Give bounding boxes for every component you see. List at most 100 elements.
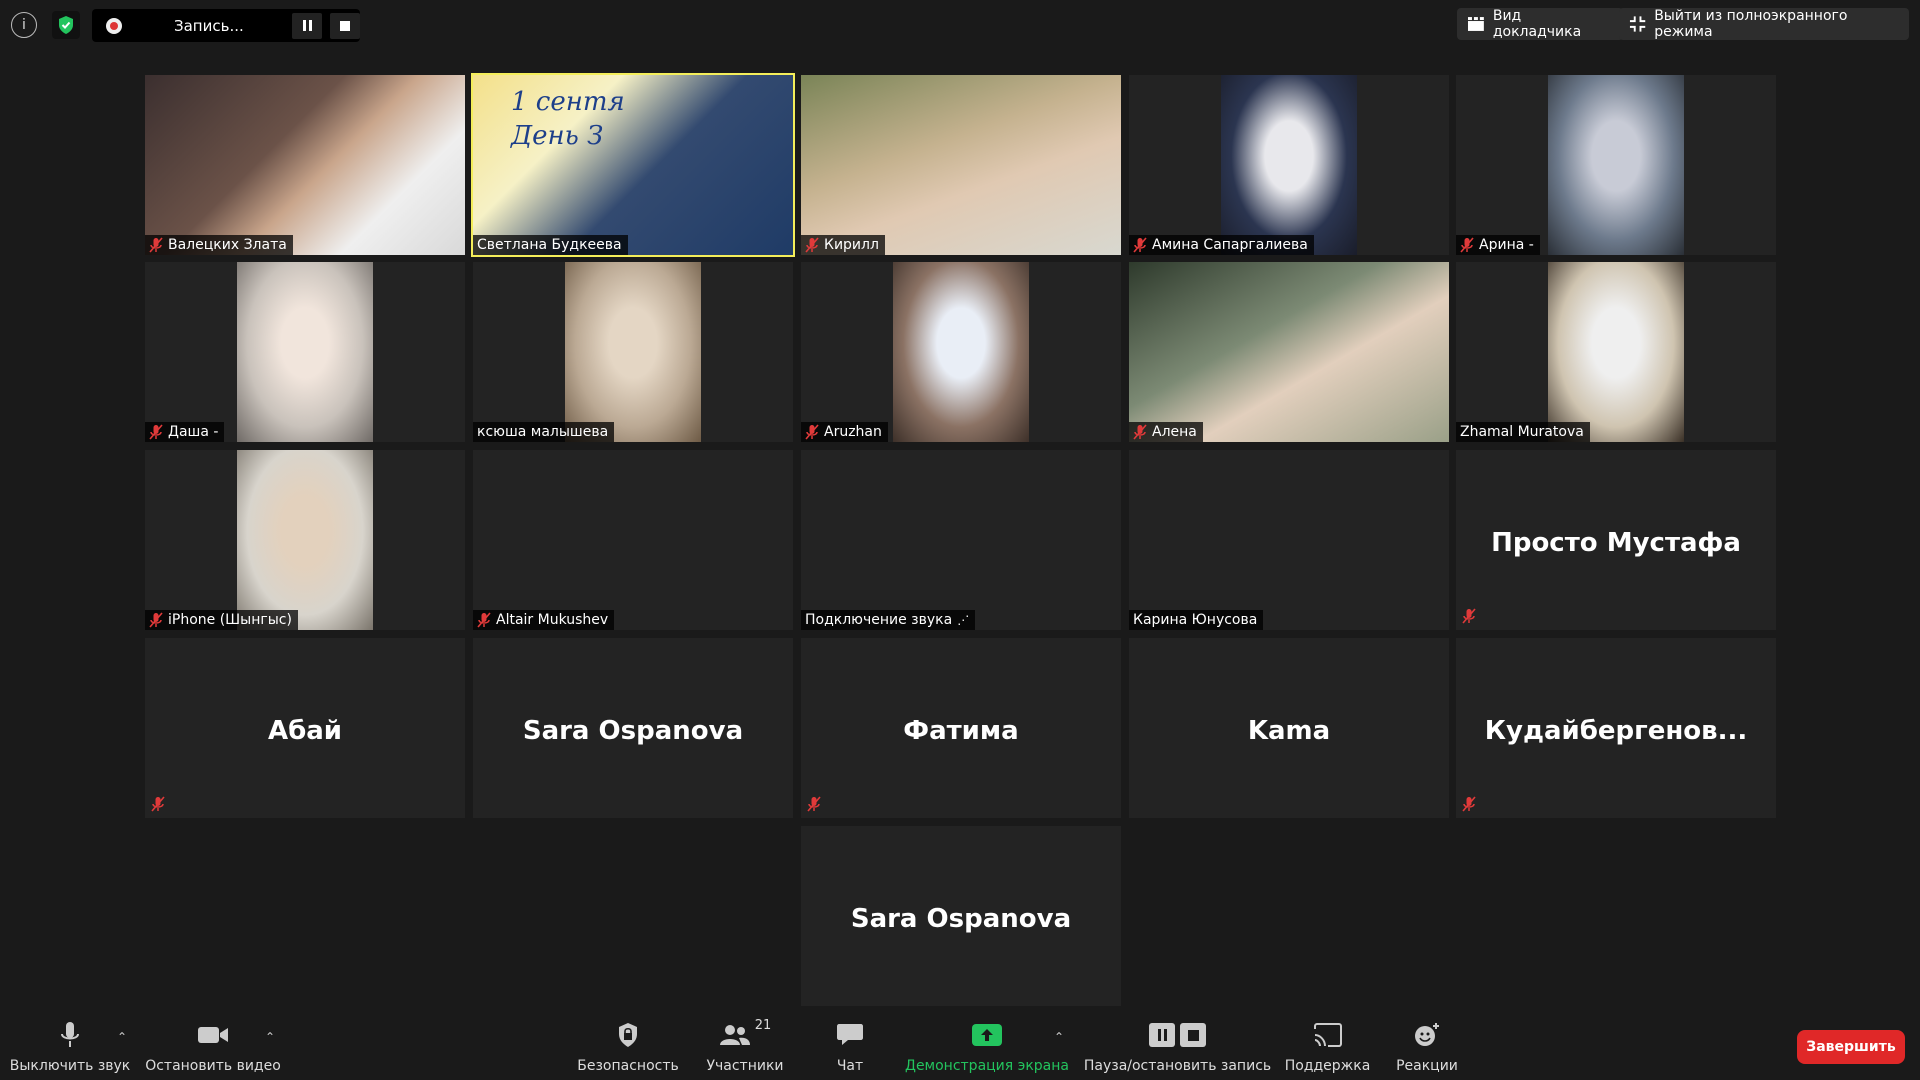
participant-name: Aruzhan (824, 424, 882, 440)
participant-name-label: iPhone (Шынгыс) (145, 610, 298, 630)
participant-name-label: Altair Mukushev (473, 610, 615, 630)
microphone-icon (59, 1018, 81, 1052)
audio-options-caret-icon[interactable]: ⌃ (117, 1030, 127, 1044)
video-options-caret-icon[interactable]: ⌃ (265, 1030, 275, 1044)
stop-icon (340, 20, 350, 31)
pause-stop-recording-label: Пауза/остановить запись (1083, 1058, 1272, 1074)
participants-button[interactable]: 21 Участники (700, 1010, 790, 1080)
participant-tile[interactable]: Altair Mukushev (473, 450, 793, 630)
share-screen-button[interactable]: Демонстрация экрана (902, 1010, 1072, 1080)
participant-name: Даша - (168, 424, 219, 440)
participant-video (237, 262, 373, 442)
participant-video (893, 262, 1029, 442)
participant-name-label: ксюша малышева (473, 422, 615, 442)
participant-tile[interactable]: Просто Мустафа (1456, 450, 1776, 630)
participant-video (237, 450, 373, 630)
participant-tile[interactable]: iPhone (Шынгыс) (145, 450, 465, 630)
pause-recording-button[interactable] (292, 12, 322, 39)
share-screen-arrow-icon (972, 1024, 1002, 1046)
reaction-smiley-icon (1413, 1018, 1441, 1052)
muted-mic-icon (149, 424, 163, 440)
security-label: Безопасность (577, 1058, 679, 1074)
participant-tile[interactable]: Aruzhan (801, 262, 1121, 442)
pause-stop-recording-button[interactable]: Пауза/остановить запись (1083, 1010, 1272, 1080)
info-icon[interactable]: i (11, 12, 37, 38)
participant-name-label: Zhamal Muratova (1456, 422, 1590, 442)
participant-video (565, 262, 701, 442)
participants-label: Участники (706, 1058, 784, 1074)
participant-video (1548, 75, 1684, 255)
participant-tile[interactable]: Амина Сапаргалиева (1129, 75, 1449, 255)
exit-fullscreen-button[interactable]: Выйти из полноэкранного режима (1619, 8, 1909, 40)
participant-tile[interactable]: Sara Ospanova (473, 638, 793, 818)
participant-tile[interactable]: Zhamal Muratova (1456, 262, 1776, 442)
cast-icon (1313, 1018, 1343, 1052)
chat-label: Чат (836, 1058, 864, 1074)
participant-tile[interactable]: Валецких Злата (145, 75, 465, 255)
participant-video (1129, 262, 1449, 442)
participant-tile[interactable]: Kama (1129, 638, 1449, 818)
muted-mic-icon (805, 237, 819, 253)
recording-indicator: Запись... (92, 9, 360, 42)
stop-record-icon (1180, 1023, 1206, 1047)
participant-tile[interactable]: Абай (145, 638, 465, 818)
participant-display-name: Просто Мустафа (1491, 528, 1741, 558)
participant-tile[interactable]: Кудайбергенов... (1456, 638, 1776, 818)
participant-name-label: Алена (1129, 422, 1203, 442)
end-meeting-button[interactable]: Завершить (1797, 1030, 1905, 1064)
participant-name-label: Подключение звука ⋰ (801, 610, 976, 630)
participant-video (801, 75, 1121, 255)
stop-video-label: Остановить видео (145, 1058, 281, 1074)
participant-name: Кирилл (824, 237, 879, 253)
participant-tile[interactable]: 1 сентя День З Светлана Будкеева (471, 73, 795, 257)
participant-tile[interactable]: Карина Юнусова (1129, 450, 1449, 630)
mute-button[interactable]: Выключить звук (10, 1010, 130, 1080)
participant-name-label: Карина Юнусова (1129, 610, 1264, 630)
chat-bubble-icon (836, 1018, 864, 1052)
speaker-view-button[interactable]: Вид докладчика (1457, 8, 1623, 40)
video-camera-icon (197, 1018, 229, 1052)
support-button[interactable]: Поддержка (1285, 1010, 1370, 1080)
participant-tile[interactable]: Даша - (145, 262, 465, 442)
pause-stop-icons (1149, 1023, 1206, 1047)
participant-name-label: Даша - (145, 422, 225, 442)
participant-tile[interactable]: Подключение звука ⋰ (801, 450, 1121, 630)
participant-name: Светлана Будкеева (477, 237, 622, 253)
participant-display-name: Sara Ospanova (522, 716, 744, 746)
stop-video-button[interactable]: Остановить видео (145, 1010, 281, 1080)
participant-name: Подключение звука (805, 612, 953, 628)
participant-tile[interactable]: Алена (1129, 262, 1449, 442)
muted-mic-icon (805, 424, 819, 440)
muted-mic-icon (151, 796, 165, 816)
participant-tile[interactable]: Sara Ospanova (801, 826, 1121, 1006)
participant-tile[interactable]: Кирилл (801, 75, 1121, 255)
participant-video (145, 75, 465, 255)
pause-icon (302, 20, 312, 31)
security-button[interactable]: Безопасность (577, 1010, 679, 1080)
share-options-caret-icon[interactable]: ⌃ (1054, 1030, 1064, 1044)
muted-mic-icon (1133, 237, 1147, 253)
stop-recording-button[interactable] (330, 12, 360, 39)
muted-mic-icon (1460, 237, 1474, 253)
participant-name-label: Aruzhan (801, 422, 888, 442)
encryption-shield-icon[interactable] (52, 11, 80, 39)
mute-label: Выключить звук (9, 1058, 131, 1074)
chat-button[interactable]: Чат (815, 1010, 885, 1080)
participant-video (1548, 262, 1684, 442)
support-label: Поддержка (1284, 1058, 1371, 1074)
participant-name: iPhone (Шынгыс) (168, 612, 292, 628)
participants-icon (719, 1025, 750, 1045)
muted-mic-icon (149, 612, 163, 628)
participants-count: 21 (754, 1018, 772, 1033)
participants-icon-wrap: 21 (719, 1018, 772, 1052)
participant-name-label: Кирилл (801, 235, 885, 255)
participant-display-name: Абай (267, 716, 343, 746)
participant-name: ксюша малышева (477, 424, 609, 440)
participant-tile[interactable]: ксюша малышева (473, 262, 793, 442)
muted-mic-icon (1462, 608, 1476, 628)
reactions-button[interactable]: Реакции (1392, 1010, 1462, 1080)
participant-tile[interactable]: Арина - (1456, 75, 1776, 255)
muted-mic-icon (1133, 424, 1147, 440)
participant-name: Карина Юнусова (1133, 612, 1258, 628)
participant-tile[interactable]: Фатима (801, 638, 1121, 818)
